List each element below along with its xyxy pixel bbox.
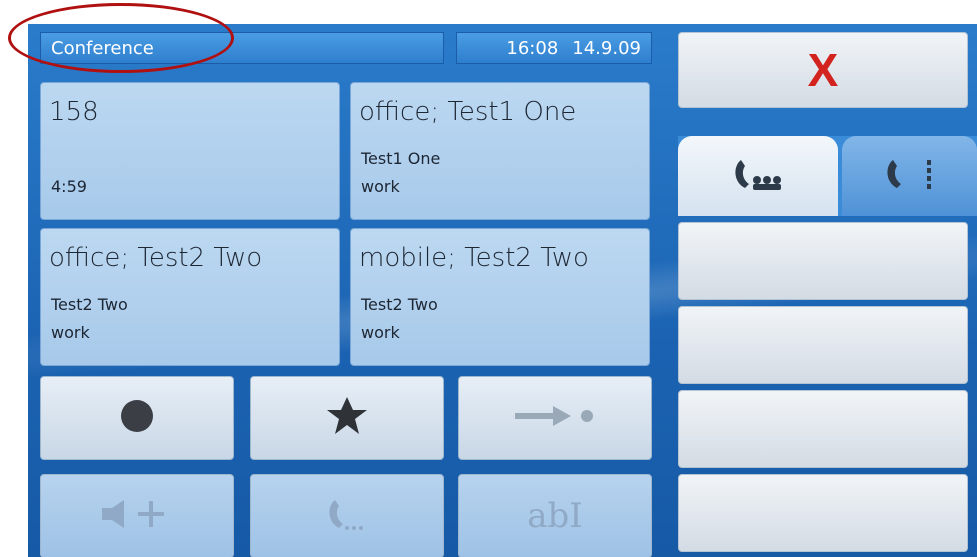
call-name: Test2 Two — [51, 295, 128, 314]
call-type: work — [51, 323, 90, 342]
call-tile-2[interactable]: office; Test1 One Test1 One work — [350, 82, 650, 220]
call-type: work — [361, 177, 400, 196]
right-slot-1[interactable] — [678, 222, 968, 300]
right-tabstrip — [678, 136, 977, 216]
annotation-circle — [8, 3, 234, 73]
phone-screen: Conference 16:08 14.9.09 158 4:59 office… — [28, 24, 977, 557]
right-slot-3[interactable] — [678, 390, 968, 468]
right-slot-4[interactable] — [678, 474, 968, 552]
close-button[interactable]: X — [678, 32, 968, 108]
handset-dots-icon — [317, 494, 377, 538]
handset-list-icon — [875, 154, 945, 198]
add-speaker-button[interactable] — [40, 474, 234, 557]
text-edit-icon: abI — [527, 496, 583, 536]
call-tile-1[interactable]: 158 4:59 — [40, 82, 340, 220]
call-title: office; Test2 Two — [49, 243, 263, 273]
transfer-icon — [509, 396, 601, 440]
call-number: 158 — [49, 97, 99, 127]
call-name: Test1 One — [361, 149, 441, 168]
call-title: office; Test1 One — [359, 97, 577, 127]
right-slot-2[interactable] — [678, 306, 968, 384]
favorite-button[interactable] — [250, 376, 444, 460]
clock-display: 16:08 14.9.09 — [456, 32, 652, 64]
call-title: mobile; Test2 Two — [359, 243, 589, 273]
date: 14.9.09 — [572, 38, 641, 59]
close-icon: X — [807, 44, 839, 96]
speaker-plus-icon — [94, 494, 180, 538]
conference-handset-icon — [723, 154, 793, 198]
call-name: Test2 Two — [361, 295, 438, 314]
call-tile-4[interactable]: mobile; Test2 Two Test2 Two work — [350, 228, 650, 366]
call-type: work — [361, 323, 400, 342]
call-duration: 4:59 — [51, 177, 87, 196]
tab-conference[interactable] — [678, 136, 838, 216]
call-options-button[interactable] — [250, 474, 444, 557]
star-icon — [324, 394, 370, 442]
tab-calls[interactable] — [842, 136, 977, 216]
record-button[interactable] — [40, 376, 234, 460]
text-button[interactable]: abI — [458, 474, 652, 557]
time: 16:08 — [506, 38, 559, 59]
transfer-button[interactable] — [458, 376, 652, 460]
call-tile-3[interactable]: office; Test2 Two Test2 Two work — [40, 228, 340, 366]
record-icon — [117, 396, 157, 440]
